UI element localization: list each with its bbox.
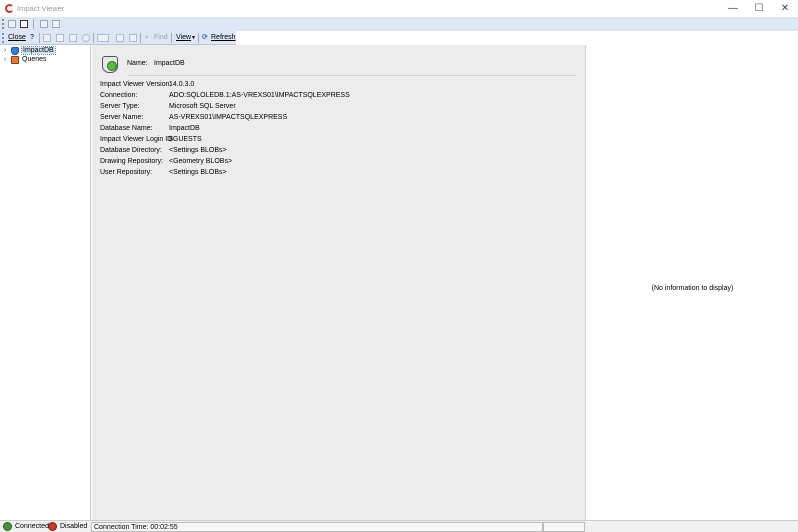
queries-icon — [11, 55, 19, 64]
tree-item-label: ImpactDB — [21, 46, 56, 55]
property-key: Impact Viewer Version: — [100, 81, 172, 88]
property-key: User Repository: — [100, 169, 153, 176]
maximize-button[interactable]: ☐ — [746, 0, 772, 17]
help-button[interactable]: ? — [30, 33, 34, 43]
chevron-right-icon[interactable]: › — [4, 47, 11, 54]
property-value: ADO:SQLOLEDB.1:AS-VREXS01\IMPACTSQLEXPRE… — [169, 92, 350, 99]
tree-item-label: Queries — [22, 56, 47, 63]
property-value: 14.0.3.0 — [169, 81, 195, 88]
back-icon[interactable] — [40, 20, 48, 28]
property-key: Database Directory: — [100, 147, 162, 154]
app-logo-icon — [5, 4, 14, 13]
chevron-down-icon[interactable]: ▼ — [191, 33, 196, 43]
property-key: Server Type: — [100, 103, 140, 110]
property-value: $GUESTS — [169, 136, 202, 143]
property-key: Impact Viewer Login ID — [100, 136, 173, 143]
title-bar: Impact Viewer — ☐ ✕ — [0, 0, 798, 17]
minimize-button[interactable]: — — [720, 0, 746, 17]
empty-info-message: (No information to display) — [651, 285, 734, 292]
property-key: Server Name: — [100, 114, 144, 121]
toolbar-separator — [171, 33, 172, 43]
database-large-icon — [102, 56, 118, 73]
name-label: Name: — [127, 60, 148, 67]
view-menu-button[interactable]: View — [176, 33, 191, 43]
toolbar-separator — [93, 33, 94, 43]
property-key: Connection: — [100, 92, 138, 99]
tree-item-impactdb[interactable]: › ImpactDB — [4, 46, 56, 55]
property-key: Drawing Repository: — [100, 158, 164, 165]
window-title: Impact Viewer — [17, 4, 65, 13]
divider — [127, 75, 576, 76]
binoculars-icon[interactable]: ⌕ — [145, 33, 149, 43]
toolbar-grip[interactable] — [2, 19, 4, 29]
new-icon[interactable] — [8, 20, 16, 28]
database-icon — [11, 46, 19, 55]
close-window-button[interactable]: ✕ — [772, 0, 798, 17]
page-icon[interactable] — [69, 34, 77, 42]
navigation-tree: › ImpactDB › Queries — [0, 45, 91, 520]
connection-time-panel: Connection Time: 00:02:55 — [91, 522, 543, 532]
forward-icon[interactable] — [52, 20, 60, 28]
status-bar: Connected Disabled Connection Time: 00:0… — [0, 520, 798, 532]
table-icon[interactable] — [56, 34, 64, 42]
details-panel: Name: ImpactDB Impact Viewer Version: 14… — [92, 45, 586, 520]
property-value: Microsoft SQL Server — [169, 103, 236, 110]
secondary-toolbar: Close ? ⌕ Find View ▼ ⟳ Refresh — [0, 31, 236, 45]
grid-icon[interactable] — [43, 34, 51, 42]
info-icon[interactable] — [82, 34, 90, 42]
properties-icon[interactable] — [97, 34, 109, 42]
disabled-icon — [48, 522, 57, 531]
tree-item-queries[interactable]: › Queries — [4, 55, 47, 64]
toolbar-separator — [33, 19, 34, 29]
property-value: <Settings BLOBs> — [169, 147, 227, 154]
toolbar-separator — [140, 33, 141, 43]
refresh-button[interactable]: Refresh — [211, 33, 236, 43]
property-key: Database Name: — [100, 125, 153, 132]
toolbar-separator — [198, 33, 199, 43]
info-panel: (No information to display) — [587, 45, 798, 520]
chevron-right-icon[interactable]: › — [4, 56, 11, 63]
property-value: ImpactDB — [169, 125, 200, 132]
connected-status: Connected — [15, 523, 49, 530]
toolbar-grip[interactable] — [2, 33, 4, 43]
main-toolbar — [0, 17, 798, 31]
toolbar-separator — [39, 33, 40, 43]
property-value: AS-VREXS01\IMPACTSQLEXPRESS — [169, 114, 288, 121]
windows-icon[interactable] — [20, 20, 28, 28]
sort-icon[interactable] — [129, 34, 137, 42]
toolbar-empty-area — [236, 31, 798, 45]
property-value: <Settings BLOBs> — [169, 169, 227, 176]
refresh-icon[interactable]: ⟳ — [202, 33, 208, 43]
connected-icon — [3, 522, 12, 531]
connection-time: Connection Time: 00:02:55 — [94, 524, 178, 531]
find-button[interactable]: Find — [154, 33, 168, 43]
status-panel — [543, 522, 585, 532]
property-value: <Geometry BLOBs> — [169, 158, 233, 165]
print-icon[interactable] — [116, 34, 124, 42]
close-button[interactable]: Close — [8, 33, 26, 43]
disabled-status: Disabled — [60, 523, 88, 530]
name-value: ImpactDB — [154, 60, 185, 67]
